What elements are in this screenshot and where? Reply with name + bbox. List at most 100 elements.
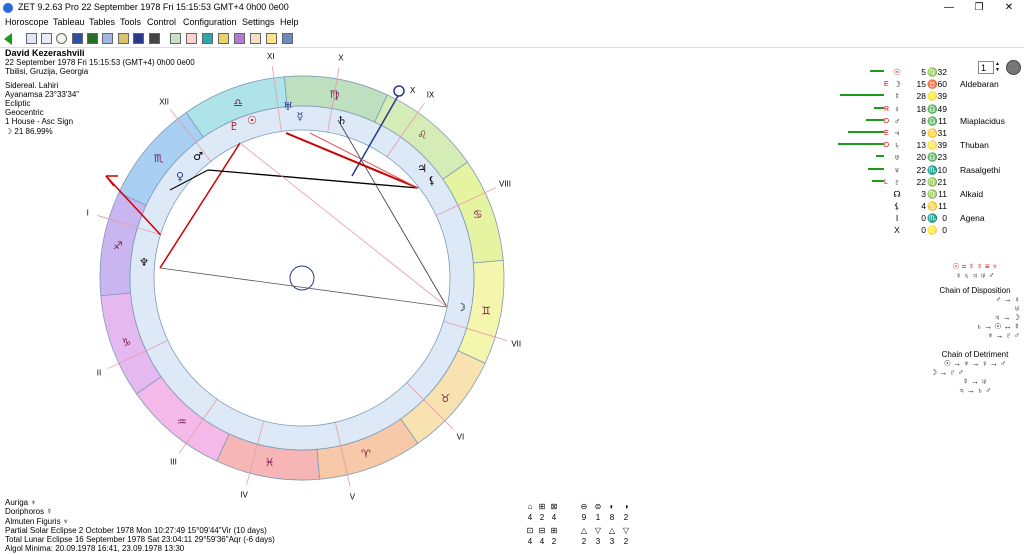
planet-sym: ☿ [893, 91, 901, 102]
aspect-count: 4 [527, 537, 533, 546]
planet-row: L ♇ 22 ♍ 21 [838, 177, 1018, 189]
planet-deg: 22 [916, 164, 926, 175]
aspect-count: 2 [539, 513, 545, 522]
planet-sign: ♉ [927, 79, 938, 90]
doriphoros: Doriphoros ☿ [5, 507, 53, 517]
planet-min: 23 [937, 152, 947, 163]
planet-glyph: ☿ [297, 110, 304, 123]
solar-eclipse: Partial Solar Eclipse 2 October 1978 Mon… [5, 525, 267, 535]
chain-of-detriment-title: Chain of Detriment [941, 350, 1009, 359]
planet-star: Agena [960, 213, 985, 224]
planet-min: 0 [942, 225, 947, 236]
disposition-line-1: ♂ → ♀ [995, 295, 1020, 304]
planet-sign: ♍ [927, 67, 938, 77]
strength-bar [874, 106, 884, 109]
aspect-count: 4 [539, 537, 545, 546]
house-number: VII [511, 339, 521, 348]
planet-sign: ♏ [927, 164, 938, 175]
planet-sym: ♂ [893, 115, 901, 126]
planet-row: R ♀ 18 ♎ 49 [838, 104, 1018, 116]
aspect-type-icon: ⊞ [538, 502, 546, 511]
planet-sq [884, 203, 888, 208]
house-number: VI [457, 432, 465, 441]
planet-row: I 0 ♏ 0 Agena [838, 213, 1018, 225]
planet-sq: E [884, 81, 889, 89]
planet-sign: ♋ [927, 201, 938, 212]
planet-min: 39 [937, 91, 947, 102]
planet-deg: 15 [916, 79, 926, 90]
detriment-line-3: ☿ → ♅ [962, 377, 988, 386]
planet-sq [884, 191, 888, 196]
ascendant-arrow-icon [105, 175, 118, 187]
planet-deg: 20 [916, 152, 926, 163]
planet-deg: 18 [916, 103, 926, 114]
planet-deg: 5 [921, 67, 926, 77]
aspect-count: 3 [595, 537, 601, 546]
planet-sq [884, 93, 888, 98]
house-number: X [338, 53, 344, 62]
planet-sign: ♍ [927, 188, 938, 199]
planet-sq [884, 69, 888, 74]
planet-sq [884, 227, 888, 232]
disposition-line-5: ♆ → ♇ ♂ [987, 331, 1020, 340]
detriment-line-4: ♃ → ♄ ♂ [958, 386, 992, 395]
strength-bar [840, 94, 884, 97]
zodiac-sign-glyph: ♓ [265, 456, 275, 469]
planet-sym: ☊ [893, 188, 901, 199]
planet-sq: R [884, 105, 890, 113]
strength-bar [848, 130, 884, 133]
planet-sq: L [884, 178, 888, 186]
planet-sign: ♌ [927, 225, 938, 236]
zodiac-sign-glyph: ♎ [233, 96, 243, 109]
aspect-count: 4 [551, 513, 557, 522]
disposition-panel: ☉ = ☿ ☿ ≡ ♆ ♀ ♄ ♃ ♅ ♂ Chain of Dispositi… [930, 262, 1020, 395]
planet-glyph: ⚸ [428, 174, 436, 187]
planet-glyph: ♂ [193, 150, 203, 163]
planet-star: Rasalgethi [960, 164, 1001, 175]
planet-sym: ⚸ [893, 201, 901, 212]
planet-glyph: ☽ [456, 301, 466, 314]
planet-min: 0 [942, 213, 947, 224]
detriment-line-1: ☉ → ♆ → ♀ → ♂ [943, 359, 1007, 368]
planet-glyph: ♆ [139, 256, 149, 269]
aspect-type-icon: △ [580, 526, 588, 535]
planet-star: Aldebaran [960, 79, 999, 90]
planet-sq: D [884, 117, 890, 125]
planet-deg: 28 [916, 91, 926, 102]
detriment-line-2: ☽ → ♇ ♂ [930, 368, 964, 377]
planet-min: 11 [938, 201, 947, 212]
planet-star: Alkaid [960, 188, 984, 199]
disposition-line-4: ♄ → ☉ ↔ ☿ [975, 322, 1020, 331]
almuten-figuris: Almuten Figuris ♆ [5, 516, 69, 526]
planet-row: ☿ 28 ♌ 39 [838, 91, 1018, 103]
planet-sign: ♋ [927, 127, 938, 138]
aspect-count: 3 [609, 537, 615, 546]
planet-row: X 0 ♌ 0 [838, 225, 1018, 237]
midheaven-marker-icon [393, 85, 405, 97]
planet-star: Thuban [960, 140, 989, 151]
planet-sign: ♌ [927, 140, 938, 151]
aspect-type-icon: ◑ [623, 502, 629, 511]
planet-glyph: ♀ [176, 170, 184, 183]
aspect-type-icon: ⌂ [527, 502, 533, 511]
planet-sq [884, 154, 888, 159]
aspect-type-icon: ⊟ [538, 526, 546, 535]
planet-sym: X [894, 225, 900, 236]
planet-deg: 0 [921, 225, 926, 236]
aspect-type-icon: ⊜ [594, 502, 602, 511]
planet-min: 11 [938, 115, 947, 126]
zodiac-sign-glyph: ♌ [417, 129, 427, 142]
planet-star: Miaplacidus [960, 115, 1005, 126]
planet-sym: ☉ [893, 67, 901, 77]
planet-sym: ♀ [893, 103, 901, 114]
planet-glyph: ♅ [283, 100, 293, 113]
zodiac-sign-glyph: ♐ [113, 240, 123, 253]
planet-sym: ♅ [893, 152, 901, 163]
planet-min: 32 [937, 67, 947, 77]
planet-sym: ♇ [893, 176, 901, 187]
planet-deg: 3 [921, 188, 926, 199]
planet-glyph: ☉ [247, 114, 257, 127]
aspect-type-icon: ⊠ [550, 502, 558, 511]
strength-bar [838, 143, 884, 146]
planet-row: D ♂ 8 ♎ 11 Miaplacidus [838, 116, 1018, 128]
